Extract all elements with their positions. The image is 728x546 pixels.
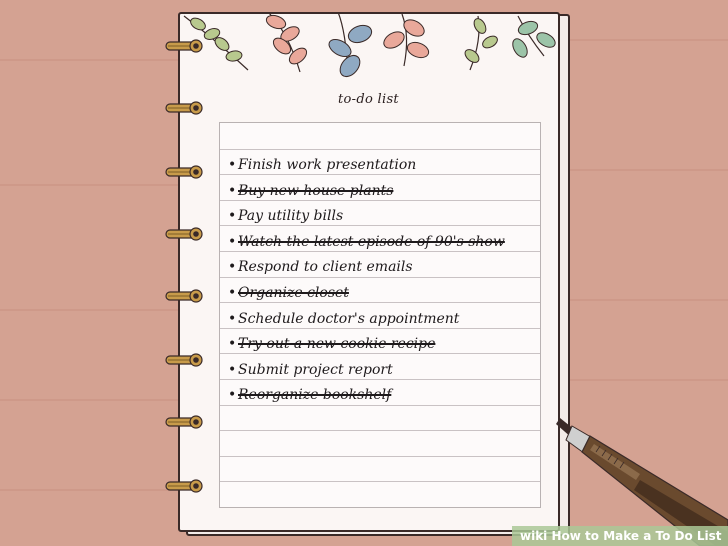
todo-item-text: Respond to client emails: [238, 259, 413, 276]
todo-item-completed: • Watch the latest episode of 90's show: [228, 231, 505, 253]
bullet-icon: •: [228, 233, 237, 250]
bullet-icon: •: [228, 361, 237, 378]
todo-item-completed: • Buy new house plants: [228, 180, 393, 202]
todo-item-text: Watch the latest episode of 90's show: [238, 233, 505, 250]
leaf-decoration: [183, 12, 556, 78]
bullet-icon: •: [228, 310, 237, 327]
todo-item: • Finish work presentation: [228, 154, 416, 176]
ruled-line: [220, 455, 540, 457]
bullet-icon: •: [228, 285, 237, 301]
bullet-icon: •: [228, 259, 237, 276]
todo-item-text: Schedule doctor's appointment: [238, 310, 460, 327]
todo-item: • Respond to client emails: [228, 256, 413, 278]
todo-item: • Submit project report: [228, 359, 393, 381]
todo-item-completed: • Organize closet: [228, 282, 349, 304]
todo-item-text: Buy new house plants: [238, 182, 394, 199]
todo-item-completed: • Reorganize bookshelf: [228, 384, 391, 406]
watermark-brand: wiki: [520, 529, 548, 543]
todo-item-text: Pay utility bills: [238, 208, 344, 225]
todo-item-text: Try out a new cookie recipe: [238, 336, 436, 353]
ruled-line: [220, 430, 540, 432]
ruled-line: [220, 481, 540, 483]
ruled-line: [220, 148, 540, 150]
bullet-icon: •: [228, 387, 237, 404]
todo-item-text: Finish work presentation: [238, 157, 417, 173]
page-title: to-do list: [338, 92, 399, 107]
todo-item-text: Reorganize bookshelf: [238, 387, 392, 404]
todo-item: • Pay utility bills: [228, 205, 343, 227]
bullet-icon: •: [228, 182, 237, 199]
watermark-text: How to Make a To Do List: [551, 529, 722, 543]
todo-item-text: Organize closet: [238, 285, 349, 301]
bullet-icon: •: [228, 208, 237, 225]
watermark: wiki How to Make a To Do List: [512, 526, 728, 546]
todo-item: • Schedule doctor's appointment: [228, 308, 459, 330]
todo-item-completed: • Try out a new cookie recipe: [228, 333, 435, 355]
bullet-icon: •: [228, 157, 237, 173]
bullet-icon: •: [228, 336, 237, 353]
todo-item-text: Submit project report: [238, 361, 393, 378]
